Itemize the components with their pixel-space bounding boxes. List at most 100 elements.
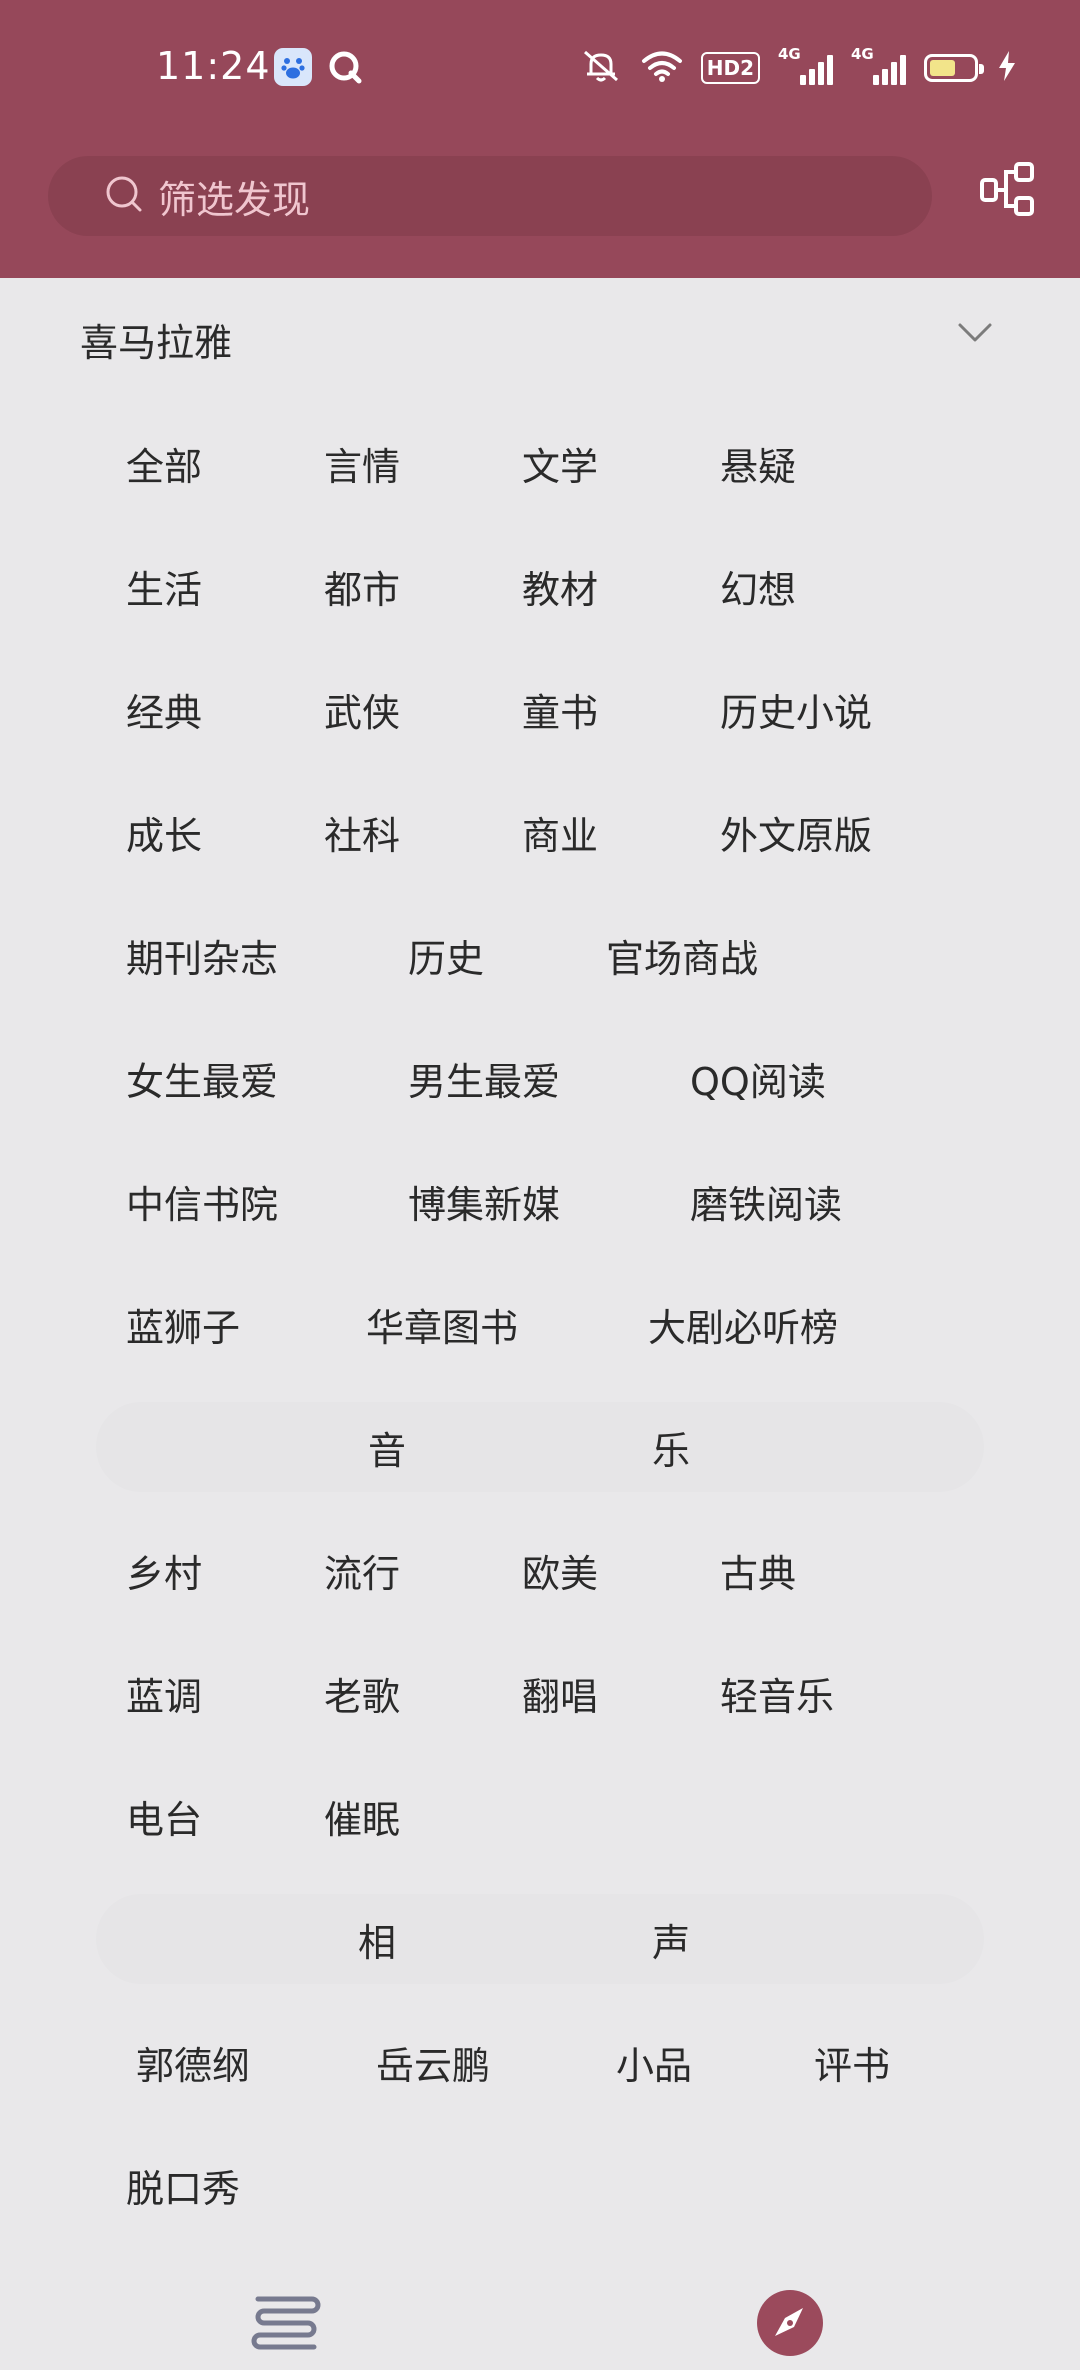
category-header-music (96, 1402, 984, 1492)
tag-row: 生活 都市 教材 幻想 (0, 541, 1080, 631)
tag-label: 经典 (126, 690, 203, 735)
category-header-music-label: 乐 (652, 1428, 691, 1473)
search-input[interactable]: 筛选发现 (48, 156, 932, 236)
tag-item[interactable]: 幻想 (720, 541, 796, 631)
tag-label: 男生最爱 (408, 1059, 561, 1104)
tag-label: 蓝狮子 (126, 1305, 241, 1350)
tag-item[interactable]: 童书 (522, 664, 598, 754)
baidu-app-icon (274, 48, 312, 86)
tag-item[interactable]: 蓝狮子 (126, 1279, 240, 1369)
tag-item[interactable]: 岳云鹏 (376, 2017, 490, 2107)
tag-label: 全部 (126, 444, 203, 489)
tag-item[interactable]: 中信书院 (126, 1156, 278, 1246)
tag-label: 言情 (324, 444, 401, 489)
tag-label: 童书 (522, 690, 599, 735)
tag-item[interactable]: 女生最爱 (126, 1033, 278, 1123)
tag-row: 乡村 流行 欧美 古典 (0, 1525, 1080, 1615)
tag-label: 都市 (324, 567, 401, 612)
tag-item[interactable]: 催眠 (324, 1771, 400, 1861)
tag-row: 郭德纲 岳云鹏 小品 评书 (0, 2017, 1080, 2107)
tag-row: 电台 催眠 (0, 1771, 1080, 1861)
nav-discover[interactable] (750, 2290, 830, 2360)
tag-row: 全部 言情 文学 悬疑 (0, 418, 1080, 508)
compass-icon (755, 2288, 825, 2362)
tag-label: 社科 (324, 813, 401, 858)
status-indicators: HD2 4G 4G (579, 45, 1018, 88)
app-header: 11:24 HD2 4G 4G 筛选发现 (0, 0, 1080, 278)
tag-item[interactable]: 博集新媒 (408, 1156, 560, 1246)
tag-row: 经典 武侠 童书 历史小说 (0, 664, 1080, 754)
tag-item[interactable]: 欧美 (522, 1525, 598, 1615)
tag-item[interactable]: 期刊杂志 (126, 910, 278, 1000)
tag-label: 生活 (126, 567, 203, 612)
tag-item[interactable]: 电台 (126, 1771, 202, 1861)
tag-label: 脱口秀 (126, 2166, 241, 2211)
tag-item[interactable]: 成长 (126, 787, 202, 877)
share-button[interactable] (976, 160, 1040, 224)
tag-item[interactable]: 华章图书 (366, 1279, 518, 1369)
tag-item[interactable]: 流行 (324, 1525, 400, 1615)
tag-item[interactable]: 外文原版 (720, 787, 872, 877)
nav-bookshelf[interactable] (246, 2290, 326, 2360)
tag-row: 成长 社科 商业 外文原版 (0, 787, 1080, 877)
charging-icon (996, 49, 1018, 87)
tag-item[interactable]: 蓝调 (126, 1648, 202, 1738)
tag-item[interactable]: 商业 (522, 787, 598, 877)
tag-item[interactable]: 历史 (408, 910, 484, 1000)
tag-item[interactable]: 脱口秀 (126, 2140, 240, 2230)
tag-item[interactable]: 教材 (522, 541, 598, 631)
tag-label: 外文原版 (720, 813, 873, 858)
tag-label: 中信书院 (126, 1182, 279, 1227)
category-header-music-label: 音 (368, 1428, 407, 1473)
tag-label: 评书 (814, 2043, 891, 2088)
tag-row: 女生最爱 男生最爱 QQ阅读 (0, 1033, 1080, 1123)
tag-item[interactable]: 郭德纲 (136, 2017, 250, 2107)
tag-item[interactable]: 文学 (522, 418, 598, 508)
tag-item[interactable]: 全部 (126, 418, 202, 508)
tag-item[interactable]: 评书 (814, 2017, 890, 2107)
tag-label: 流行 (324, 1551, 401, 1596)
chevron-down-icon[interactable] (952, 310, 998, 356)
category-header-crosstalk-label: 声 (652, 1920, 691, 1965)
tag-item[interactable]: 小品 (616, 2017, 692, 2107)
tag-row: 期刊杂志 历史 官场商战 (0, 910, 1080, 1000)
tag-item[interactable]: 武侠 (324, 664, 400, 754)
source-title: 喜马拉雅 (80, 321, 233, 365)
category-header-crosstalk-label: 相 (358, 1920, 397, 1965)
tag-item[interactable]: 大剧必听榜 (648, 1279, 838, 1369)
tag-label: 翻唱 (522, 1674, 599, 1719)
tag-item[interactable]: QQ阅读 (690, 1033, 826, 1123)
tag-item[interactable]: 磨铁阅读 (690, 1156, 842, 1246)
tag-item[interactable]: 轻音乐 (720, 1648, 834, 1738)
tag-item[interactable]: 悬疑 (720, 418, 796, 508)
tag-item[interactable]: 古典 (720, 1525, 796, 1615)
tag-row: 蓝狮子 华章图书 大剧必听榜 (0, 1279, 1080, 1369)
tag-label: 催眠 (324, 1797, 401, 1842)
tag-item[interactable]: 翻唱 (522, 1648, 598, 1738)
tag-item[interactable]: 经典 (126, 664, 202, 754)
tag-item[interactable]: 都市 (324, 541, 400, 631)
tag-item[interactable]: 男生最爱 (408, 1033, 560, 1123)
tag-label: 乡村 (126, 1551, 203, 1596)
search-placeholder: 筛选发现 (158, 177, 311, 222)
tag-item[interactable]: 历史小说 (720, 664, 872, 754)
hd-voice-badge: HD2 (700, 52, 760, 84)
battery-level (930, 60, 956, 76)
tag-item[interactable]: 生活 (126, 541, 202, 631)
tag-item[interactable]: 官场商战 (606, 910, 758, 1000)
share-tree-icon (978, 160, 1038, 224)
mute-bell-icon (579, 48, 623, 88)
tag-item[interactable]: 老歌 (324, 1648, 400, 1738)
bookshelf-icon (250, 2291, 322, 2359)
tag-label: 小品 (616, 2043, 693, 2088)
tag-item[interactable]: 乡村 (126, 1525, 202, 1615)
source-selector[interactable]: 喜马拉雅 (0, 290, 1080, 380)
status-bar: 11:24 HD2 4G 4G (0, 0, 1080, 140)
tag-label: 博集新媒 (408, 1182, 561, 1227)
tag-label: 成长 (126, 813, 203, 858)
signal-strength-icon: 4G (778, 45, 833, 85)
category-header-crosstalk (96, 1894, 984, 1984)
tag-item[interactable]: 言情 (324, 418, 400, 508)
tag-label: 文学 (522, 444, 599, 489)
tag-item[interactable]: 社科 (324, 787, 400, 877)
